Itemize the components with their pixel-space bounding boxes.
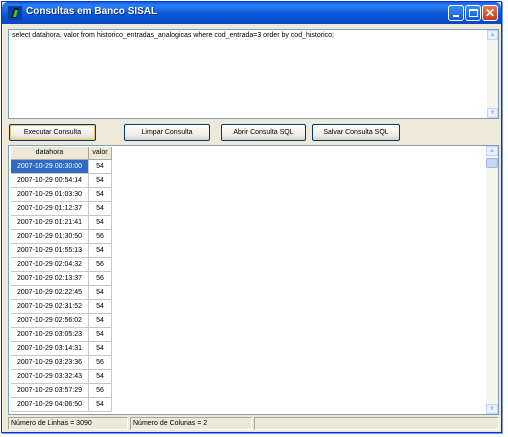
status-extra	[254, 417, 499, 430]
table-row[interactable]: 2007-10-29 01:55:13 54	[11, 244, 113, 258]
cell-valor[interactable]: 54	[89, 300, 112, 314]
table-row[interactable]: 2007-10-29 02:31:52 54	[11, 300, 113, 314]
clear-query-button[interactable]: Limpar Consulta	[124, 124, 210, 141]
cell-valor[interactable]: 54	[89, 188, 112, 202]
table-row[interactable]: 2007-10-29 04:06:50 54	[11, 398, 113, 412]
cell-valor[interactable]: 54	[89, 244, 112, 258]
cell-valor[interactable]: 56	[89, 272, 112, 286]
cell-valor[interactable]: 54	[89, 286, 112, 300]
cell-valor[interactable]: 56	[89, 230, 112, 244]
cell-valor[interactable]: 56	[89, 258, 112, 272]
open-query-button[interactable]: Abrir Consulta SQL	[221, 124, 306, 141]
cell-datahora[interactable]: 2007-10-29 02:31:52	[11, 300, 89, 314]
save-query-label: Salvar Consulta SQL	[323, 129, 389, 136]
cell-datahora[interactable]: 2007-10-29 03:05:23	[11, 328, 89, 342]
table-row[interactable]: 2007-10-29 01:30:50 56	[11, 230, 113, 244]
grid-scrollbar[interactable]: ▲ ▼	[486, 146, 498, 414]
scroll-down-arrow-icon[interactable]: ▼	[487, 108, 498, 118]
table-row[interactable]: 2007-10-29 01:12:37 54	[11, 202, 113, 216]
cell-datahora[interactable]: 2007-10-29 01:12:37	[11, 202, 89, 216]
table-row[interactable]: 2007-10-29 03:05:23 54	[11, 328, 113, 342]
cell-valor[interactable]: 56	[89, 356, 112, 370]
sql-query-text: select datahora, valor from historico_en…	[12, 32, 334, 39]
table-row[interactable]: 2007-10-29 00:54:14 54	[11, 174, 113, 188]
cell-valor[interactable]: 54	[89, 342, 112, 356]
cell-datahora[interactable]: 2007-10-29 02:56:02	[11, 314, 89, 328]
status-column-count: Número de Colunas = 2	[130, 417, 252, 430]
cell-datahora[interactable]: 2007-10-29 01:03:30	[11, 188, 89, 202]
table-row[interactable]: 2007-10-29 02:13:37 56	[11, 272, 113, 286]
cell-valor[interactable]: 54	[89, 216, 112, 230]
cell-valor[interactable]: 56	[89, 384, 112, 398]
table-row[interactable]: 2007-10-29 03:14:31 54	[11, 342, 113, 356]
cell-valor[interactable]: 54	[89, 202, 112, 216]
scroll-thumb[interactable]	[486, 158, 498, 168]
table-row[interactable]: 2007-10-29 01:21:41 54	[11, 216, 113, 230]
cell-datahora[interactable]: 2007-10-29 01:30:50	[11, 230, 89, 244]
cell-datahora[interactable]: 2007-10-29 02:22:45	[11, 286, 89, 300]
cell-datahora[interactable]: 2007-10-29 04:06:50	[11, 398, 89, 412]
maximize-icon	[469, 9, 478, 17]
cell-valor[interactable]: 54	[89, 174, 112, 188]
table-row[interactable]: 2007-10-29 03:23:36 56	[11, 356, 113, 370]
title-bar[interactable]: Consultas em Banco SISAL ✕	[2, 2, 501, 24]
cell-datahora[interactable]: 2007-10-29 01:55:13	[11, 244, 89, 258]
cell-valor[interactable]: 54	[89, 370, 112, 384]
execute-query-label: Executar Consulta	[23, 129, 82, 136]
execute-query-button[interactable]: Executar Consulta	[9, 124, 96, 141]
scroll-down-arrow-icon[interactable]: ▼	[486, 404, 498, 414]
sql-scrollbar[interactable]: ▲ ▼	[487, 30, 498, 118]
cell-datahora[interactable]: 2007-10-29 00:30:00	[11, 160, 89, 174]
cell-valor[interactable]: 54	[89, 398, 112, 412]
cell-datahora[interactable]: 2007-10-29 03:57:29	[11, 384, 89, 398]
maximize-button[interactable]	[465, 5, 481, 21]
cell-datahora[interactable]: 2007-10-29 03:14:31	[11, 342, 89, 356]
window-title: Consultas em Banco SISAL	[26, 6, 158, 17]
minimize-button[interactable]	[448, 5, 464, 21]
cell-valor[interactable]: 54	[89, 314, 112, 328]
open-query-label: Abrir Consulta SQL	[233, 129, 294, 136]
scroll-up-arrow-icon[interactable]: ▲	[486, 146, 498, 156]
cell-datahora[interactable]: 2007-10-29 01:21:41	[11, 216, 89, 230]
table-row[interactable]: 2007-10-29 01:03:30 54	[11, 188, 113, 202]
clear-query-label: Limpar Consulta	[141, 129, 193, 136]
status-row-count: Número de Linhas = 3090	[8, 417, 128, 430]
cell-datahora[interactable]: 2007-10-29 02:04:32	[11, 258, 89, 272]
close-button[interactable]: ✕	[482, 5, 498, 21]
table-row[interactable]: 2007-10-29 02:22:45 54	[11, 286, 113, 300]
table-row[interactable]: 2007-10-29 00:30:00 54	[11, 160, 113, 174]
save-query-button[interactable]: Salvar Consulta SQL	[312, 124, 400, 141]
cell-datahora[interactable]: 2007-10-29 02:13:37	[11, 272, 89, 286]
scroll-up-arrow-icon[interactable]: ▲	[487, 30, 498, 40]
column-header-valor[interactable]: valor	[89, 147, 112, 160]
minimize-icon	[453, 15, 459, 17]
table-row[interactable]: 2007-10-29 03:32:43 54	[11, 370, 113, 384]
cell-datahora[interactable]: 2007-10-29 00:54:14	[11, 174, 89, 188]
status-bar: Número de Linhas = 3090 Número de Coluna…	[8, 417, 499, 430]
results-grid[interactable]: datahora valor 2007-10-29 00:30:00 54 2007…	[8, 145, 499, 415]
column-header-datahora[interactable]: datahora	[11, 147, 89, 160]
cell-valor[interactable]: 54	[89, 160, 112, 174]
cell-valor[interactable]: 54	[89, 328, 112, 342]
table-row[interactable]: 2007-10-29 02:04:32 56	[11, 258, 113, 272]
table-row[interactable]: 2007-10-29 03:57:29 56	[11, 384, 113, 398]
sql-query-textarea[interactable]: select datahora, valor from historico_en…	[8, 29, 499, 119]
close-icon: ✕	[485, 6, 496, 20]
table-row[interactable]: 2007-10-29 02:56:02 54	[11, 314, 113, 328]
cell-datahora[interactable]: 2007-10-29 03:32:43	[11, 370, 89, 384]
grid-rows: 2007-10-29 00:30:00 54 2007-10-29 00:54:14…	[11, 160, 113, 412]
sisal-app-icon	[8, 6, 22, 20]
main-window: Consultas em Banco SISAL ✕ select dataho…	[1, 1, 502, 433]
cell-datahora[interactable]: 2007-10-29 03:23:36	[11, 356, 89, 370]
